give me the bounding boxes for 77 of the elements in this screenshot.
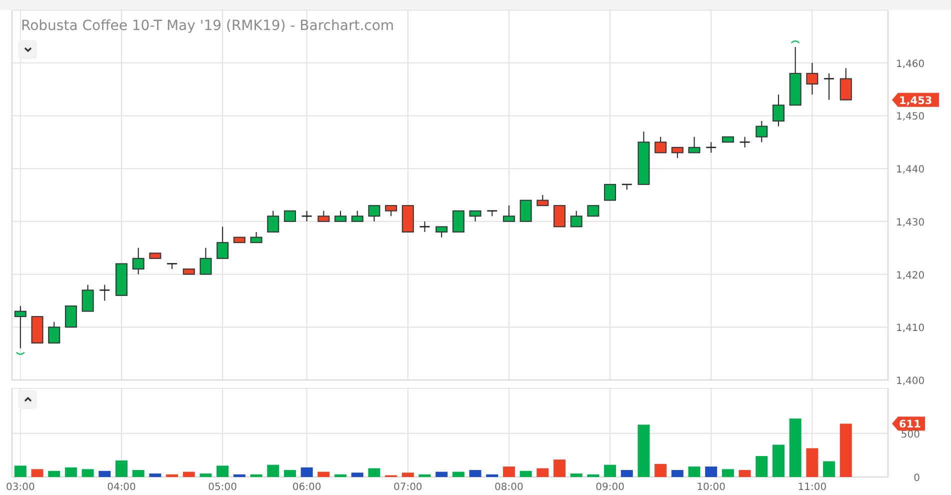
candlestick [722, 136, 734, 143]
price-axis-label: 1,410 [896, 323, 925, 334]
candlestick [368, 205, 380, 222]
candlestick [604, 184, 616, 201]
candlestick [756, 120, 768, 143]
candlestick [840, 68, 852, 100]
candlestick [132, 247, 144, 275]
candlestick [385, 205, 398, 217]
candlestick [14, 306, 26, 349]
last-price-tag: 1,453 [892, 92, 939, 107]
volume-axis-label: 0 [914, 473, 920, 484]
candlestick [740, 136, 750, 148]
candlestick [622, 184, 632, 190]
price-axis-label: 1,450 [896, 112, 925, 123]
candlestick [772, 94, 784, 127]
candlestick [250, 232, 262, 244]
candlestick [31, 316, 44, 344]
volume-axis-label: 500 [900, 429, 920, 440]
candlestick [318, 210, 330, 222]
last-volume-tag: 611 [892, 416, 925, 431]
candlestick [789, 46, 802, 106]
price-axis-label: 1,420 [896, 270, 925, 282]
time-axis-label: 06:00 [292, 482, 322, 493]
time-axis-label: 08:00 [494, 482, 524, 493]
candlestick [487, 210, 498, 217]
candlestick [182, 268, 195, 275]
time-axis-label: 05:00 [208, 482, 237, 493]
time-axis-label: 04:00 [107, 482, 136, 493]
candlestick [452, 210, 464, 232]
candlestick [351, 210, 364, 222]
candlestick [469, 210, 482, 222]
price-axis-label: 1,460 [896, 58, 925, 70]
candlestick [302, 210, 312, 222]
candlestick [706, 142, 716, 154]
candlestick [334, 210, 346, 222]
candlestick [100, 284, 110, 302]
candlestick [688, 136, 700, 154]
candlestick [216, 226, 229, 259]
candlestick [284, 210, 296, 222]
time-axis-label: 10:00 [696, 482, 726, 493]
candlestick [654, 136, 667, 154]
candlestick [824, 72, 834, 100]
chevron-down-icon [24, 47, 32, 52]
price-axis-label: 1,440 [896, 164, 925, 176]
time-axis-label: 07:00 [393, 482, 422, 493]
time-axis-label: 09:00 [596, 482, 624, 493]
candlestick [200, 247, 212, 275]
candlestick [570, 210, 582, 228]
time-axis-label: 11:00 [798, 482, 827, 493]
candlestick [502, 205, 515, 222]
candlestick [806, 62, 818, 96]
candlestick [233, 236, 246, 244]
candlestick [402, 205, 414, 232]
candlestick [116, 263, 128, 296]
low-marker-icon [16, 352, 25, 355]
candlestick [436, 226, 448, 238]
candlestick [520, 200, 532, 222]
candlestick [167, 263, 178, 270]
price-axis-label: 1,400 [896, 376, 925, 387]
high-marker-icon [790, 40, 800, 44]
chevron-up-icon [24, 397, 32, 402]
candlestick [671, 146, 684, 158]
expand-button[interactable] [18, 390, 37, 409]
candlestick [82, 284, 94, 312]
candlestick [64, 306, 77, 328]
candlestick [420, 220, 430, 232]
collapse-button[interactable] [18, 40, 37, 59]
candlestick [267, 210, 280, 232]
candlestick [48, 321, 60, 344]
candlestick [554, 205, 566, 228]
price-axis-label: 1,430 [896, 217, 925, 228]
candlestick [149, 252, 162, 259]
candlestick [587, 205, 600, 217]
chart-title: Robusta Coffee 10-T May '19 (RMK19) - Barchart.com [21, 17, 394, 36]
time-axis-label: 03:00 [6, 482, 35, 493]
candlestick [638, 131, 650, 185]
candlestick [536, 194, 549, 206]
